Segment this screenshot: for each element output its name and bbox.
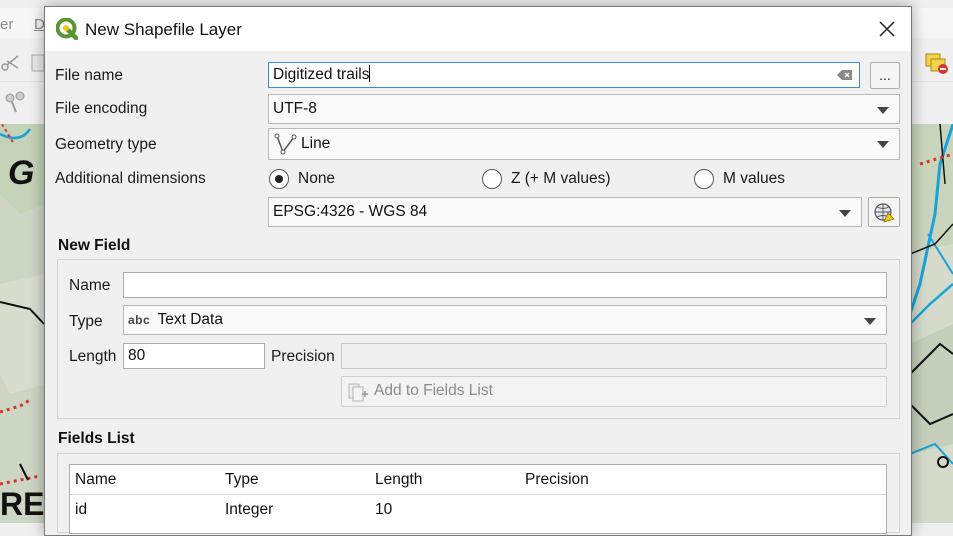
fields-list-group-title: Fields List xyxy=(58,430,135,447)
fields-table[interactable]: Name Type Length Precision id Integer 10 xyxy=(69,464,887,534)
field-type-label: Type xyxy=(69,313,103,330)
dialog-titlebar[interactable]: New Shapefile Layer xyxy=(45,7,911,51)
dimension-z-label[interactable]: Z (+ M values) xyxy=(511,170,610,188)
file-encoding-label: File encoding xyxy=(55,100,148,117)
additional-dimensions-label: Additional dimensions xyxy=(55,170,206,187)
browse-button-label: ... xyxy=(879,67,891,83)
table-cell-length: 10 xyxy=(375,501,393,518)
dialog-title: New Shapefile Layer xyxy=(85,20,242,39)
geometry-type-value: Line xyxy=(301,135,331,152)
chevron-down-icon xyxy=(877,141,889,148)
dimension-none-label[interactable]: None xyxy=(298,170,335,188)
column-header-length[interactable]: Length xyxy=(370,465,521,495)
file-encoding-select[interactable]: UTF-8 xyxy=(268,94,900,124)
dimension-none-radio[interactable] xyxy=(269,169,289,189)
field-precision-label: Precision xyxy=(271,348,335,365)
geometry-type-label: Geometry type xyxy=(55,136,157,153)
new-field-group-title: New Field xyxy=(58,237,131,254)
map-features xyxy=(910,124,953,523)
column-header-name[interactable]: Name xyxy=(70,465,221,495)
field-type-select[interactable]: abc Text Data xyxy=(123,305,887,335)
menu-item-partial[interactable]: er xyxy=(0,16,13,33)
field-precision-input[interactable] xyxy=(341,343,887,369)
qgis-logo-icon xyxy=(56,18,78,40)
field-length-value: 80 xyxy=(128,347,146,364)
globe-crs-icon xyxy=(874,203,895,223)
field-name-input[interactable] xyxy=(123,272,887,298)
browse-button[interactable]: ... xyxy=(870,62,900,89)
close-button[interactable] xyxy=(869,13,905,45)
crs-selector-button[interactable] xyxy=(868,197,900,227)
dimension-z-radio[interactable] xyxy=(482,169,502,189)
close-icon xyxy=(879,21,895,37)
chevron-down-icon xyxy=(839,210,851,217)
chevron-down-icon xyxy=(864,318,876,325)
field-type-value: Text Data xyxy=(157,311,223,328)
add-to-fields-list-label: Add to Fields List xyxy=(374,382,493,399)
dimension-m-radio[interactable] xyxy=(694,169,714,189)
text-type-icon: abc xyxy=(128,313,151,327)
new-shapefile-layer-dialog: New Shapefile Layer File name Digitized … xyxy=(44,6,912,536)
file-encoding-value: UTF-8 xyxy=(273,100,317,117)
add-field-icon xyxy=(348,383,368,402)
field-length-input[interactable]: 80 xyxy=(123,343,265,369)
table-cell-precision xyxy=(520,496,880,524)
map-canvas-left[interactable]: G RES xyxy=(0,124,46,523)
add-to-fields-list-button[interactable]: Add to Fields List xyxy=(341,376,887,407)
table-cell-type: Integer xyxy=(225,501,274,518)
field-length-label: Length xyxy=(69,348,117,365)
clear-text-icon[interactable] xyxy=(837,69,853,81)
map-label: RES xyxy=(0,486,46,522)
map-canvas-right[interactable] xyxy=(910,124,953,523)
file-name-input[interactable]: Digitized trails xyxy=(268,62,860,88)
table-cell-name: id xyxy=(75,501,88,518)
dimension-m-label[interactable]: M values xyxy=(723,170,785,188)
geometry-type-select[interactable]: Line xyxy=(268,128,900,160)
map-label: G xyxy=(8,154,35,192)
node-tool-icon[interactable] xyxy=(4,90,30,114)
chevron-down-icon xyxy=(877,107,889,114)
file-name-value: Digitized trails xyxy=(273,66,370,83)
file-name-label: File name xyxy=(55,67,124,84)
column-header-type[interactable]: Type xyxy=(220,465,371,495)
scissors-icon[interactable] xyxy=(0,52,22,74)
crs-select[interactable]: EPSG:4326 - WGS 84 xyxy=(268,197,862,227)
layer-style-icon[interactable] xyxy=(924,50,950,76)
column-header-precision[interactable]: Precision xyxy=(520,465,886,495)
crs-value: EPSG:4326 - WGS 84 xyxy=(273,203,428,220)
line-geometry-icon xyxy=(274,133,297,155)
field-name-label: Name xyxy=(69,277,111,294)
text-cursor xyxy=(369,65,371,82)
